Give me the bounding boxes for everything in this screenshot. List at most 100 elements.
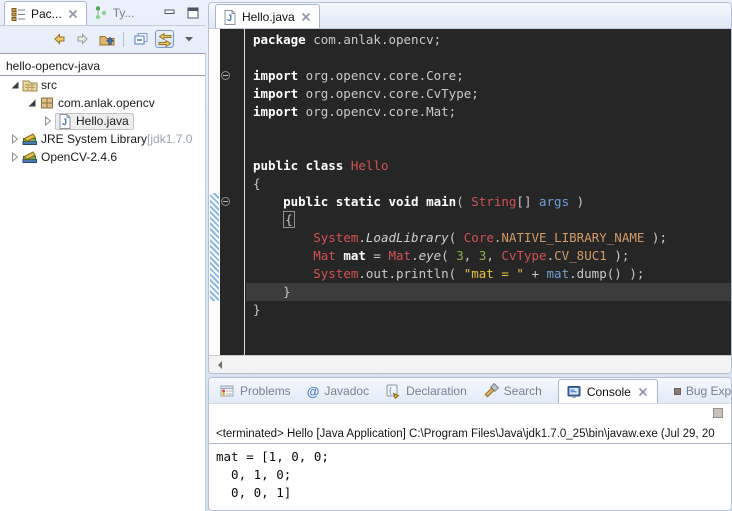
tree-item-jre-library[interactable]: JRE System Library [jdk1.7.0 [0, 130, 205, 148]
console-output-line: mat = [1, 0, 0; [216, 448, 731, 466]
close-icon[interactable] [636, 385, 650, 399]
code-line[interactable]: package com.anlak.opencv; [246, 31, 731, 49]
problems-icon [219, 383, 235, 399]
minimize-icon[interactable] [163, 6, 177, 20]
tree-item-detail: [jdk1.7.0 [147, 132, 192, 146]
package-explorer-icon [11, 6, 27, 22]
collapsed-arrow-icon[interactable] [8, 132, 22, 146]
code-line[interactable] [246, 49, 731, 67]
project-tree[interactable]: hello-opencv-java src com.anlak.opencv [0, 53, 206, 511]
tab-bug-explorer[interactable]: Bug Explorer [674, 379, 732, 403]
tab-hello-java[interactable]: J Hello.java [215, 4, 320, 28]
code-line[interactable]: import org.opencv.core.Mat; [246, 103, 731, 121]
link-with-editor-button[interactable] [155, 30, 174, 48]
code-line[interactable] [246, 121, 731, 139]
editor-hscrollbar[interactable] [209, 355, 731, 374]
tree-item-opencv-library[interactable]: OpenCV-2.4.6 [0, 148, 205, 166]
scroll-left-arrow-icon[interactable] [214, 361, 222, 369]
package-icon [39, 95, 55, 111]
code-line[interactable]: import org.opencv.core.Core; [246, 67, 731, 85]
tree-item-project[interactable]: hello-opencv-java [0, 57, 205, 76]
code-line[interactable]: public class Hello [246, 157, 731, 175]
close-icon[interactable] [299, 10, 313, 24]
tab-label: Declaration [406, 384, 467, 398]
tree-item-src[interactable]: src [0, 76, 205, 94]
source-folder-icon [22, 77, 38, 93]
tab-package-explorer[interactable]: Pac... [4, 1, 87, 25]
tab-search[interactable]: Search [483, 379, 542, 403]
svg-text:{: { [389, 386, 392, 395]
tab-label: Search [504, 384, 542, 398]
selected-tree-item[interactable]: J Hello.java [55, 113, 134, 130]
close-icon[interactable] [66, 7, 80, 21]
svg-text:J: J [227, 13, 232, 23]
editor-vertical-ruler[interactable] [209, 29, 220, 355]
console-output-line: 0, 1, 0; [216, 466, 731, 484]
code-line[interactable]: System.LoadLibrary( Core.NATIVE_LIBRARY_… [246, 229, 731, 247]
library-icon [22, 131, 38, 147]
tab-type-hierarchy[interactable]: Ty... [87, 1, 141, 25]
code-lines[interactable]: package com.anlak.opencv; import org.open… [246, 29, 731, 355]
folding-gutter[interactable] [220, 29, 245, 355]
tree-item-label: JRE System Library [41, 132, 147, 146]
tab-label: Javadoc [324, 384, 369, 398]
forward-button[interactable] [73, 30, 92, 48]
fold-collapse-icon[interactable] [221, 197, 230, 206]
tree-item-label: Hello.java [76, 114, 129, 128]
chevron-down-icon [182, 32, 196, 46]
search-icon [483, 383, 499, 399]
code-line[interactable]: public static void main( String[] args ) [246, 193, 731, 211]
tree-item-hello-java[interactable]: J Hello.java [0, 112, 205, 130]
code-line[interactable]: { [246, 175, 731, 193]
java-file-icon: J [222, 9, 238, 25]
bug-explorer-icon [674, 388, 681, 395]
up-folder-icon [99, 31, 115, 47]
collapse-all-icon [133, 31, 149, 47]
console-output-line: 0, 0, 1] [216, 484, 731, 502]
link-with-editor-icon [157, 31, 173, 47]
code-line[interactable]: } [246, 283, 731, 301]
code-line[interactable]: { [246, 211, 731, 229]
javadoc-at-icon: @ [307, 384, 320, 399]
console-toolbar [209, 404, 731, 426]
expanded-arrow-icon[interactable] [25, 96, 39, 110]
library-icon [22, 149, 38, 165]
fold-collapse-icon[interactable] [221, 71, 230, 80]
editor-tabbar: J Hello.java [209, 3, 731, 29]
back-button[interactable] [49, 30, 68, 48]
tab-label: Hello.java [242, 10, 295, 24]
console-view: Problems @ Javadoc { Declaration [208, 377, 732, 511]
maximize-icon[interactable] [186, 6, 200, 20]
toolbar-separator [123, 32, 124, 47]
declaration-icon: { [385, 383, 401, 399]
tab-declaration[interactable]: { Declaration [385, 379, 467, 403]
editor-body: package com.anlak.opencv; import org.open… [209, 29, 731, 355]
tab-label: Bug Explorer [686, 384, 732, 398]
tab-label: Pac... [31, 7, 62, 21]
terminate-icon[interactable] [713, 408, 723, 418]
code-line[interactable]: } [246, 301, 731, 319]
tab-console[interactable]: Console [558, 379, 658, 403]
console-output[interactable]: mat = [1, 0, 0; 0, 1, 0; 0, 0, 1] [209, 444, 731, 502]
code-line[interactable] [246, 139, 731, 157]
tree-item-label: OpenCV-2.4.6 [41, 150, 117, 164]
java-file-icon: J [57, 113, 73, 129]
tab-javadoc[interactable]: @ Javadoc [307, 379, 369, 403]
tree-item-package[interactable]: com.anlak.opencv [0, 94, 205, 112]
tab-problems[interactable]: Problems [219, 379, 291, 403]
code-line[interactable]: System.out.println( "mat = " + mat.dump(… [246, 265, 731, 283]
package-explorer-toolbar [0, 26, 206, 52]
code-line[interactable]: Mat mat = Mat.eye( 3, 3, CvType.CV_8UC1 … [246, 247, 731, 265]
collapsed-arrow-icon[interactable] [41, 114, 55, 128]
up-to-home-button[interactable] [97, 30, 116, 48]
collapsed-arrow-icon[interactable] [8, 150, 22, 164]
collapse-all-button[interactable] [131, 30, 150, 48]
tab-label: Ty... [113, 6, 135, 20]
tree-item-label: src [41, 78, 57, 92]
expanded-arrow-icon[interactable] [8, 78, 22, 92]
tab-label: Problems [240, 384, 291, 398]
code-line[interactable]: import org.opencv.core.CvType; [246, 85, 731, 103]
view-menu-button[interactable] [179, 30, 198, 48]
back-arrow-icon [51, 31, 67, 47]
type-hierarchy-icon [93, 5, 109, 21]
